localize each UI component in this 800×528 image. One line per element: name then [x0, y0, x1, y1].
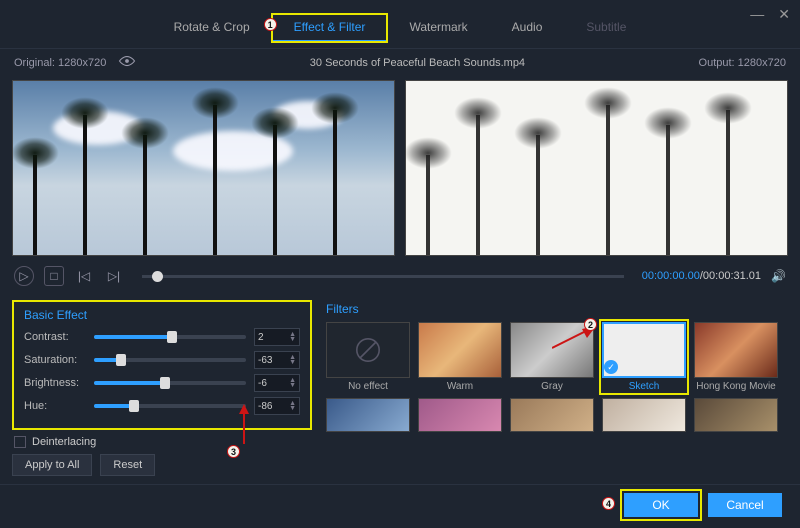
- preview-visibility-icon[interactable]: [118, 55, 136, 70]
- filter-gray[interactable]: Gray: [510, 322, 594, 392]
- deinterlacing-label: Deinterlacing: [32, 436, 96, 448]
- tab-subtitle[interactable]: Subtitle: [564, 14, 648, 42]
- filter-item[interactable]: [602, 398, 686, 432]
- output-resolution-label: Output: 1280x720: [699, 57, 786, 69]
- contrast-label: Contrast:: [24, 331, 86, 343]
- annotation-4: 4: [602, 497, 615, 510]
- reset-button[interactable]: Reset: [100, 454, 155, 476]
- spinner-icon[interactable]: ▲▼: [289, 378, 296, 388]
- saturation-value[interactable]: -63▲▼: [254, 351, 300, 369]
- basic-effect-panel: Basic Effect Contrast: 2▲▼ Saturation: -…: [12, 300, 312, 476]
- filter-sketch[interactable]: 2 ✓ Sketch: [602, 322, 686, 392]
- spinner-icon[interactable]: ▲▼: [289, 401, 296, 411]
- play-button[interactable]: ▷: [14, 266, 34, 286]
- footer-bar: 4 OK Cancel: [0, 484, 800, 525]
- filter-label: Hong Kong Movie: [694, 381, 778, 392]
- tab-rotate-crop[interactable]: Rotate & Crop: [152, 14, 272, 42]
- seek-bar[interactable]: [142, 275, 624, 278]
- info-bar: Original: 1280x720 30 Seconds of Peacefu…: [0, 49, 800, 76]
- volume-icon[interactable]: 🔊: [771, 269, 786, 283]
- contrast-value[interactable]: 2▲▼: [254, 328, 300, 346]
- spinner-icon[interactable]: ▲▼: [289, 332, 296, 342]
- tab-effect-filter[interactable]: 1 Effect & Filter: [272, 14, 388, 42]
- annotation-2: 2: [584, 318, 597, 331]
- original-preview: [12, 80, 395, 256]
- prev-frame-button[interactable]: |◁: [74, 266, 94, 286]
- minimize-button[interactable]: —: [750, 6, 764, 23]
- filters-panel: Filters No effect Warm Gray 2 ✓ Sketch: [326, 300, 788, 476]
- filter-label: Sketch: [602, 381, 686, 392]
- time-current: 00:00:00.00: [642, 270, 700, 282]
- window-controls: — ✕: [750, 6, 790, 23]
- filters-title: Filters: [326, 302, 788, 316]
- filter-label: No effect: [326, 381, 410, 392]
- filter-label: Warm: [418, 381, 502, 392]
- filter-item[interactable]: [326, 398, 410, 432]
- output-preview: [405, 80, 788, 256]
- saturation-label: Saturation:: [24, 354, 86, 366]
- brightness-value[interactable]: -6▲▼: [254, 374, 300, 392]
- brightness-slider[interactable]: [94, 381, 246, 385]
- hue-label: Hue:: [24, 400, 86, 412]
- deinterlacing-checkbox[interactable]: [14, 436, 26, 448]
- tab-audio[interactable]: Audio: [490, 14, 565, 42]
- original-resolution-label: Original: 1280x720: [14, 57, 106, 69]
- annotation-1: 1: [264, 18, 277, 31]
- filter-no-effect[interactable]: No effect: [326, 322, 410, 392]
- apply-to-all-button[interactable]: Apply to All: [12, 454, 92, 476]
- hue-slider[interactable]: [94, 404, 246, 408]
- spinner-icon[interactable]: ▲▼: [289, 355, 296, 365]
- filename-label: 30 Seconds of Peaceful Beach Sounds.mp4: [310, 57, 525, 69]
- time-duration: /00:00:31.01: [700, 270, 761, 282]
- filter-item[interactable]: [694, 398, 778, 432]
- filter-item[interactable]: [418, 398, 502, 432]
- hue-value[interactable]: -86▲▼: [254, 397, 300, 415]
- transport-bar: ▷ □ |◁ ▷| 00:00:00.00/00:00:31.01 🔊: [0, 260, 800, 292]
- filter-item[interactable]: [510, 398, 594, 432]
- basic-effect-title: Basic Effect: [24, 308, 300, 322]
- ok-button[interactable]: OK: [624, 493, 698, 517]
- next-frame-button[interactable]: ▷|: [104, 266, 124, 286]
- check-icon: ✓: [604, 360, 618, 374]
- tab-bar: Rotate & Crop 1 Effect & Filter Watermar…: [0, 0, 800, 49]
- close-button[interactable]: ✕: [778, 6, 790, 23]
- contrast-slider[interactable]: [94, 335, 246, 339]
- filter-warm[interactable]: Warm: [418, 322, 502, 392]
- filter-label: Gray: [510, 381, 594, 392]
- tab-watermark[interactable]: Watermark: [387, 14, 489, 42]
- preview-area: [0, 76, 800, 260]
- stop-button[interactable]: □: [44, 266, 64, 286]
- tab-effect-filter-label: Effect & Filter: [294, 20, 366, 34]
- filter-hong-kong-movie[interactable]: Hong Kong Movie: [694, 322, 778, 392]
- annotation-3: 3: [227, 445, 240, 458]
- brightness-label: Brightness:: [24, 377, 86, 389]
- cancel-button[interactable]: Cancel: [708, 493, 782, 517]
- time-display: 00:00:00.00/00:00:31.01: [642, 270, 761, 282]
- saturation-slider[interactable]: [94, 358, 246, 362]
